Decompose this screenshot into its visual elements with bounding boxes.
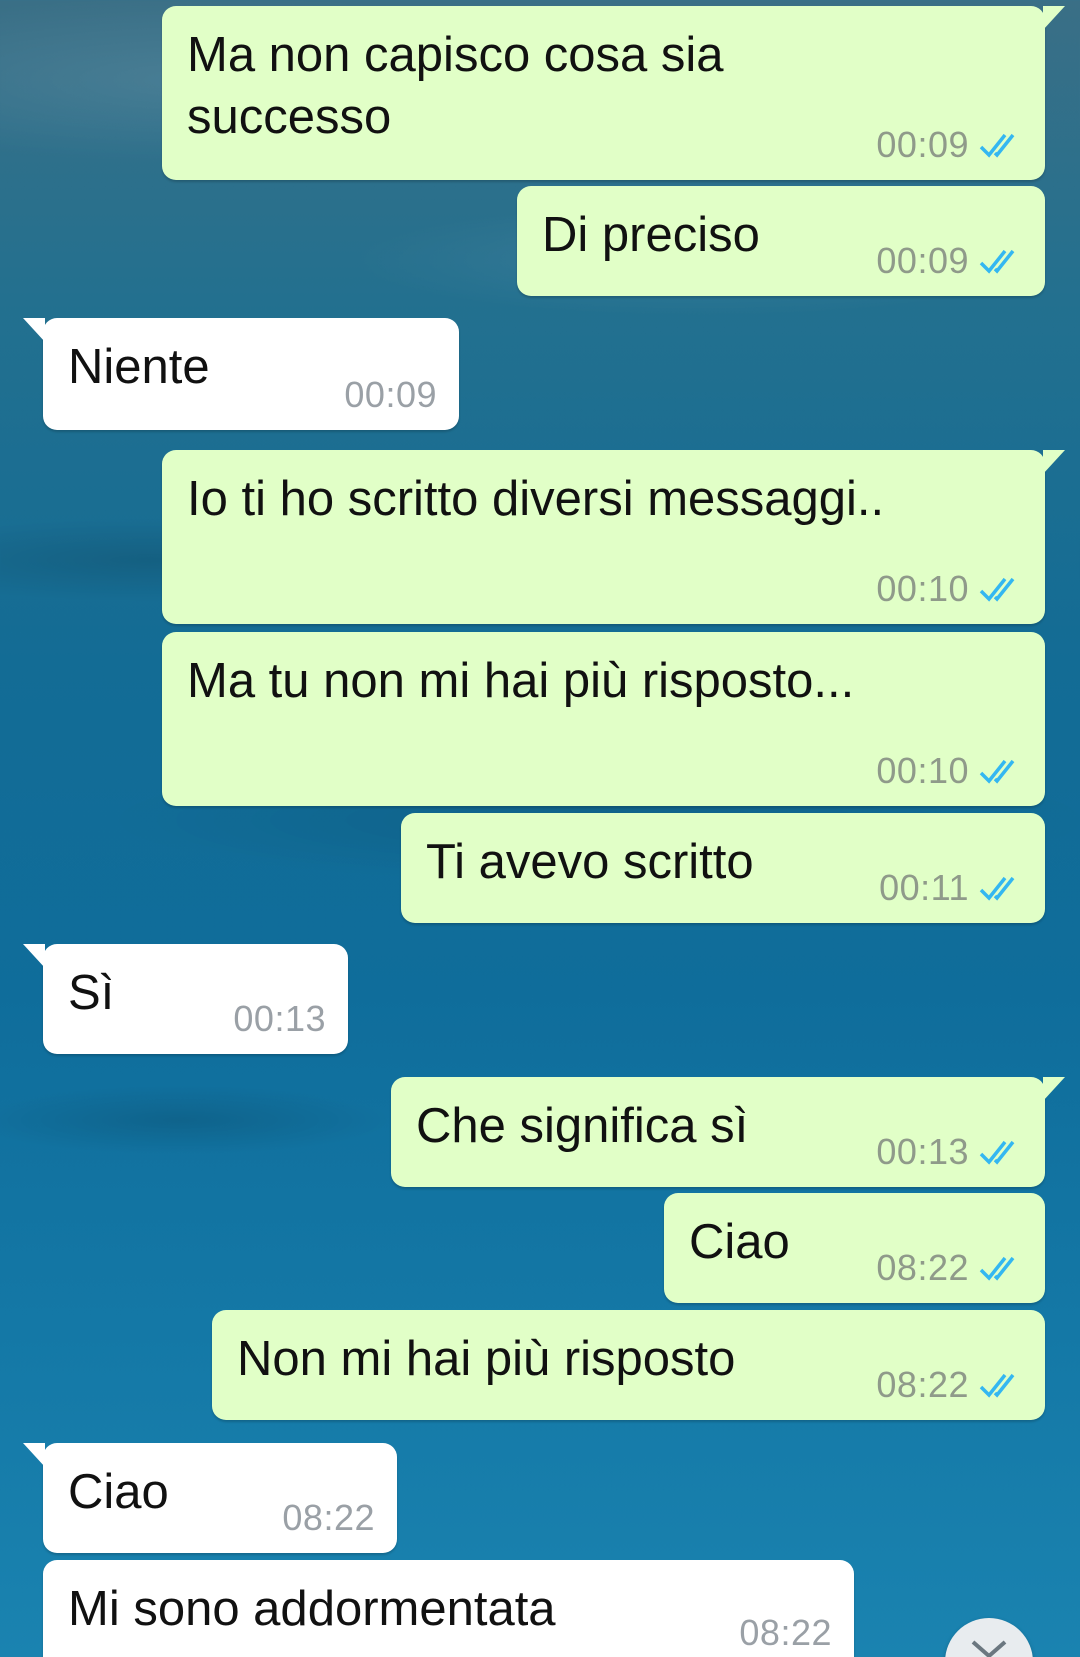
message-time: 00:09 [344, 374, 437, 415]
message-text: Ma tu non mi hai più risposto... [187, 654, 855, 708]
chat-message-list[interactable]: Ma non capisco cosa sia successo 00:09 D… [0, 0, 1080, 1657]
message-text: Ciao [689, 1215, 790, 1269]
double-check-icon [979, 759, 1015, 784]
message-text: Ciao [68, 1465, 169, 1519]
message-time: 08:22 [739, 1612, 832, 1653]
bubble-tail [23, 318, 45, 342]
chevron-down-icon [971, 1640, 1007, 1657]
message-outgoing[interactable]: Io ti ho scritto diversi messaggi.. 00:1… [162, 450, 1065, 624]
message-meta: 00:11 [879, 867, 1023, 909]
message-outgoing[interactable]: Ma non capisco cosa sia successo 00:09 [162, 6, 1065, 180]
message-text: Di preciso [542, 208, 760, 262]
message-time: 00:09 [876, 240, 969, 281]
double-check-icon [979, 876, 1015, 901]
message-meta: 08:22 [739, 1612, 832, 1654]
message-meta: 00:13 [876, 1131, 1023, 1173]
bubble-tail [23, 944, 45, 968]
double-check-icon [979, 1373, 1015, 1398]
message-outgoing[interactable]: Non mi hai più risposto 08:22 [212, 1310, 1045, 1420]
message-outgoing[interactable]: Di preciso 00:09 [517, 186, 1045, 296]
bubble-tail [23, 1443, 45, 1467]
message-time: 00:11 [879, 867, 969, 908]
message-text: Non mi hai più risposto [237, 1332, 736, 1386]
message-time: 00:13 [876, 1131, 969, 1172]
message-text: Ti avevo scritto [426, 835, 754, 889]
message-meta: 00:09 [876, 124, 1023, 166]
double-check-icon [979, 1140, 1015, 1165]
message-time: 00:10 [876, 568, 969, 609]
message-meta: 00:09 [344, 374, 437, 416]
double-check-icon [979, 133, 1015, 158]
message-time: 08:22 [282, 1497, 375, 1538]
double-check-icon [979, 577, 1015, 602]
message-meta: 00:09 [876, 240, 1023, 282]
message-incoming[interactable]: Niente 00:09 [23, 318, 459, 430]
message-text: Ma non capisco cosa sia successo [187, 28, 724, 144]
message-text: Sì [68, 966, 115, 1020]
message-meta: 08:22 [282, 1497, 375, 1539]
message-incoming[interactable]: Mi sono addormentata 08:22 [43, 1560, 854, 1657]
message-time: 00:13 [233, 998, 326, 1039]
message-text: Io ti ho scritto diversi messaggi.. [187, 472, 885, 526]
message-meta: 00:13 [233, 998, 326, 1040]
bubble-tail [1043, 1077, 1065, 1101]
message-meta: 08:22 [876, 1364, 1023, 1406]
message-time: 08:22 [876, 1364, 969, 1405]
message-text: Niente [68, 340, 210, 394]
message-meta: 00:10 [876, 568, 1023, 610]
message-incoming[interactable]: Sì 00:13 [23, 944, 348, 1054]
double-check-icon [979, 249, 1015, 274]
message-outgoing[interactable]: Ti avevo scritto 00:11 [401, 813, 1045, 923]
message-outgoing[interactable]: Che significa sì 00:13 [391, 1077, 1065, 1187]
message-outgoing[interactable]: Ma tu non mi hai più risposto... 00:10 [162, 632, 1045, 806]
message-time: 00:10 [876, 750, 969, 791]
message-meta: 08:22 [876, 1247, 1023, 1289]
message-meta: 00:10 [876, 750, 1023, 792]
scroll-to-bottom-button[interactable] [945, 1618, 1033, 1657]
message-incoming[interactable]: Ciao 08:22 [23, 1443, 397, 1553]
bubble-tail [1043, 450, 1065, 474]
message-text: Mi sono addormentata [68, 1582, 556, 1636]
bubble-tail [1043, 6, 1065, 30]
double-check-icon [979, 1256, 1015, 1281]
message-time: 08:22 [876, 1247, 969, 1288]
message-time: 00:09 [876, 124, 969, 165]
message-outgoing[interactable]: Ciao 08:22 [664, 1193, 1045, 1303]
message-text: Che significa sì [416, 1099, 749, 1153]
